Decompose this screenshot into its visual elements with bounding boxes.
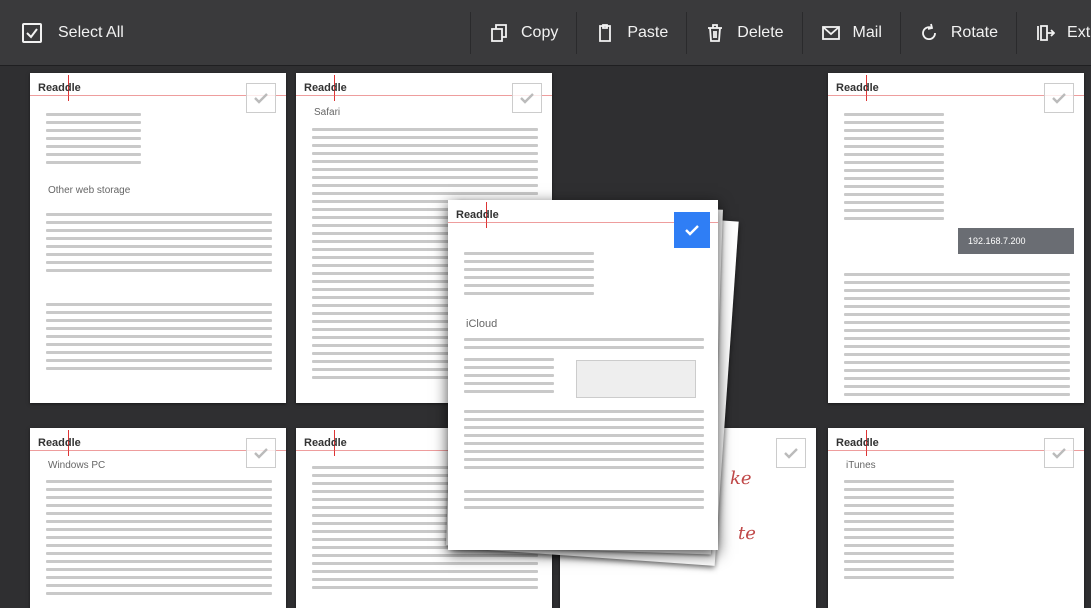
ip-address-panel: 192.168.7.200 — [958, 228, 1074, 254]
page-thumbnail[interactable]: Readdle 192.168.7.200 — [828, 73, 1084, 403]
checkmark-icon — [685, 225, 699, 236]
ip-address-text: 192.168.7.200 — [968, 236, 1026, 246]
handwriting-text: ke — [730, 468, 752, 489]
action-tools: Copy Paste Delete Mail Rotate Extract — [470, 12, 1091, 54]
extract-button[interactable]: Extract — [1016, 12, 1091, 54]
brand-logo: Readdle — [38, 82, 81, 94]
trash-icon — [708, 24, 723, 42]
copy-label: Copy — [521, 24, 559, 41]
brand-logo: Readdle — [38, 437, 81, 449]
copy-button[interactable]: Copy — [470, 12, 576, 54]
select-all-label: Select All — [58, 24, 124, 41]
mail-label: Mail — [852, 24, 882, 41]
page-thumbnail[interactable]: Readdle Windows PC — [30, 428, 286, 608]
rotate-label: Rotate — [950, 24, 999, 41]
page-heading: Safari — [314, 107, 341, 118]
mail-icon — [821, 26, 840, 40]
screenshot-image — [576, 360, 696, 398]
extract-label: Extract — [1067, 24, 1091, 41]
paste-button[interactable]: Paste — [576, 12, 686, 54]
brand-logo: Readdle — [836, 82, 879, 94]
paste-icon — [599, 24, 612, 42]
checkbox-icon — [22, 23, 42, 43]
rotate-icon — [922, 23, 936, 41]
brand-logo: Readdle — [836, 437, 879, 449]
rotate-button[interactable]: Rotate — [899, 12, 1016, 54]
select-all-button[interactable]: Select All — [0, 0, 124, 66]
page-heading: Windows PC — [48, 460, 106, 471]
page-select-checkbox[interactable] — [1044, 438, 1074, 468]
handwriting-text: te — [738, 523, 756, 544]
page-heading: Other web storage — [48, 185, 131, 196]
page-thumbnail[interactable]: Readdle iTunes — [828, 428, 1084, 608]
checkmark-icon — [520, 93, 534, 104]
brand-logo: Readdle — [456, 209, 499, 221]
page-thumbnail[interactable]: Readdle Other web storage — [30, 73, 286, 403]
copy-icon — [491, 24, 507, 42]
page-select-checkbox[interactable] — [246, 83, 276, 113]
page-heading: iCloud — [466, 318, 498, 330]
extract-icon — [1037, 25, 1056, 41]
top-toolbar: Select All Copy Paste Delete Mail Rotate… — [0, 0, 1091, 66]
brand-logo: Readdle — [304, 437, 347, 449]
delete-button[interactable]: Delete — [686, 12, 801, 54]
page-select-checkbox[interactable] — [1044, 83, 1074, 113]
page-select-checkbox[interactable] — [674, 212, 710, 248]
page-select-checkbox[interactable] — [512, 83, 542, 113]
checkmark-icon — [254, 93, 268, 104]
checkmark-icon — [784, 448, 798, 459]
page-select-checkbox[interactable] — [246, 438, 276, 468]
checkmark-icon — [1052, 448, 1066, 459]
mail-button[interactable]: Mail — [801, 12, 900, 54]
brand-logo: Readdle — [304, 82, 347, 94]
delete-label: Delete — [737, 24, 784, 41]
dragged-page[interactable]: Readdle iCloud — [448, 200, 718, 550]
checkmark-icon — [254, 448, 268, 459]
page-select-checkbox[interactable] — [776, 438, 806, 468]
checkmark-icon — [1052, 93, 1066, 104]
paste-label: Paste — [627, 24, 669, 41]
page-heading: iTunes — [846, 460, 876, 471]
